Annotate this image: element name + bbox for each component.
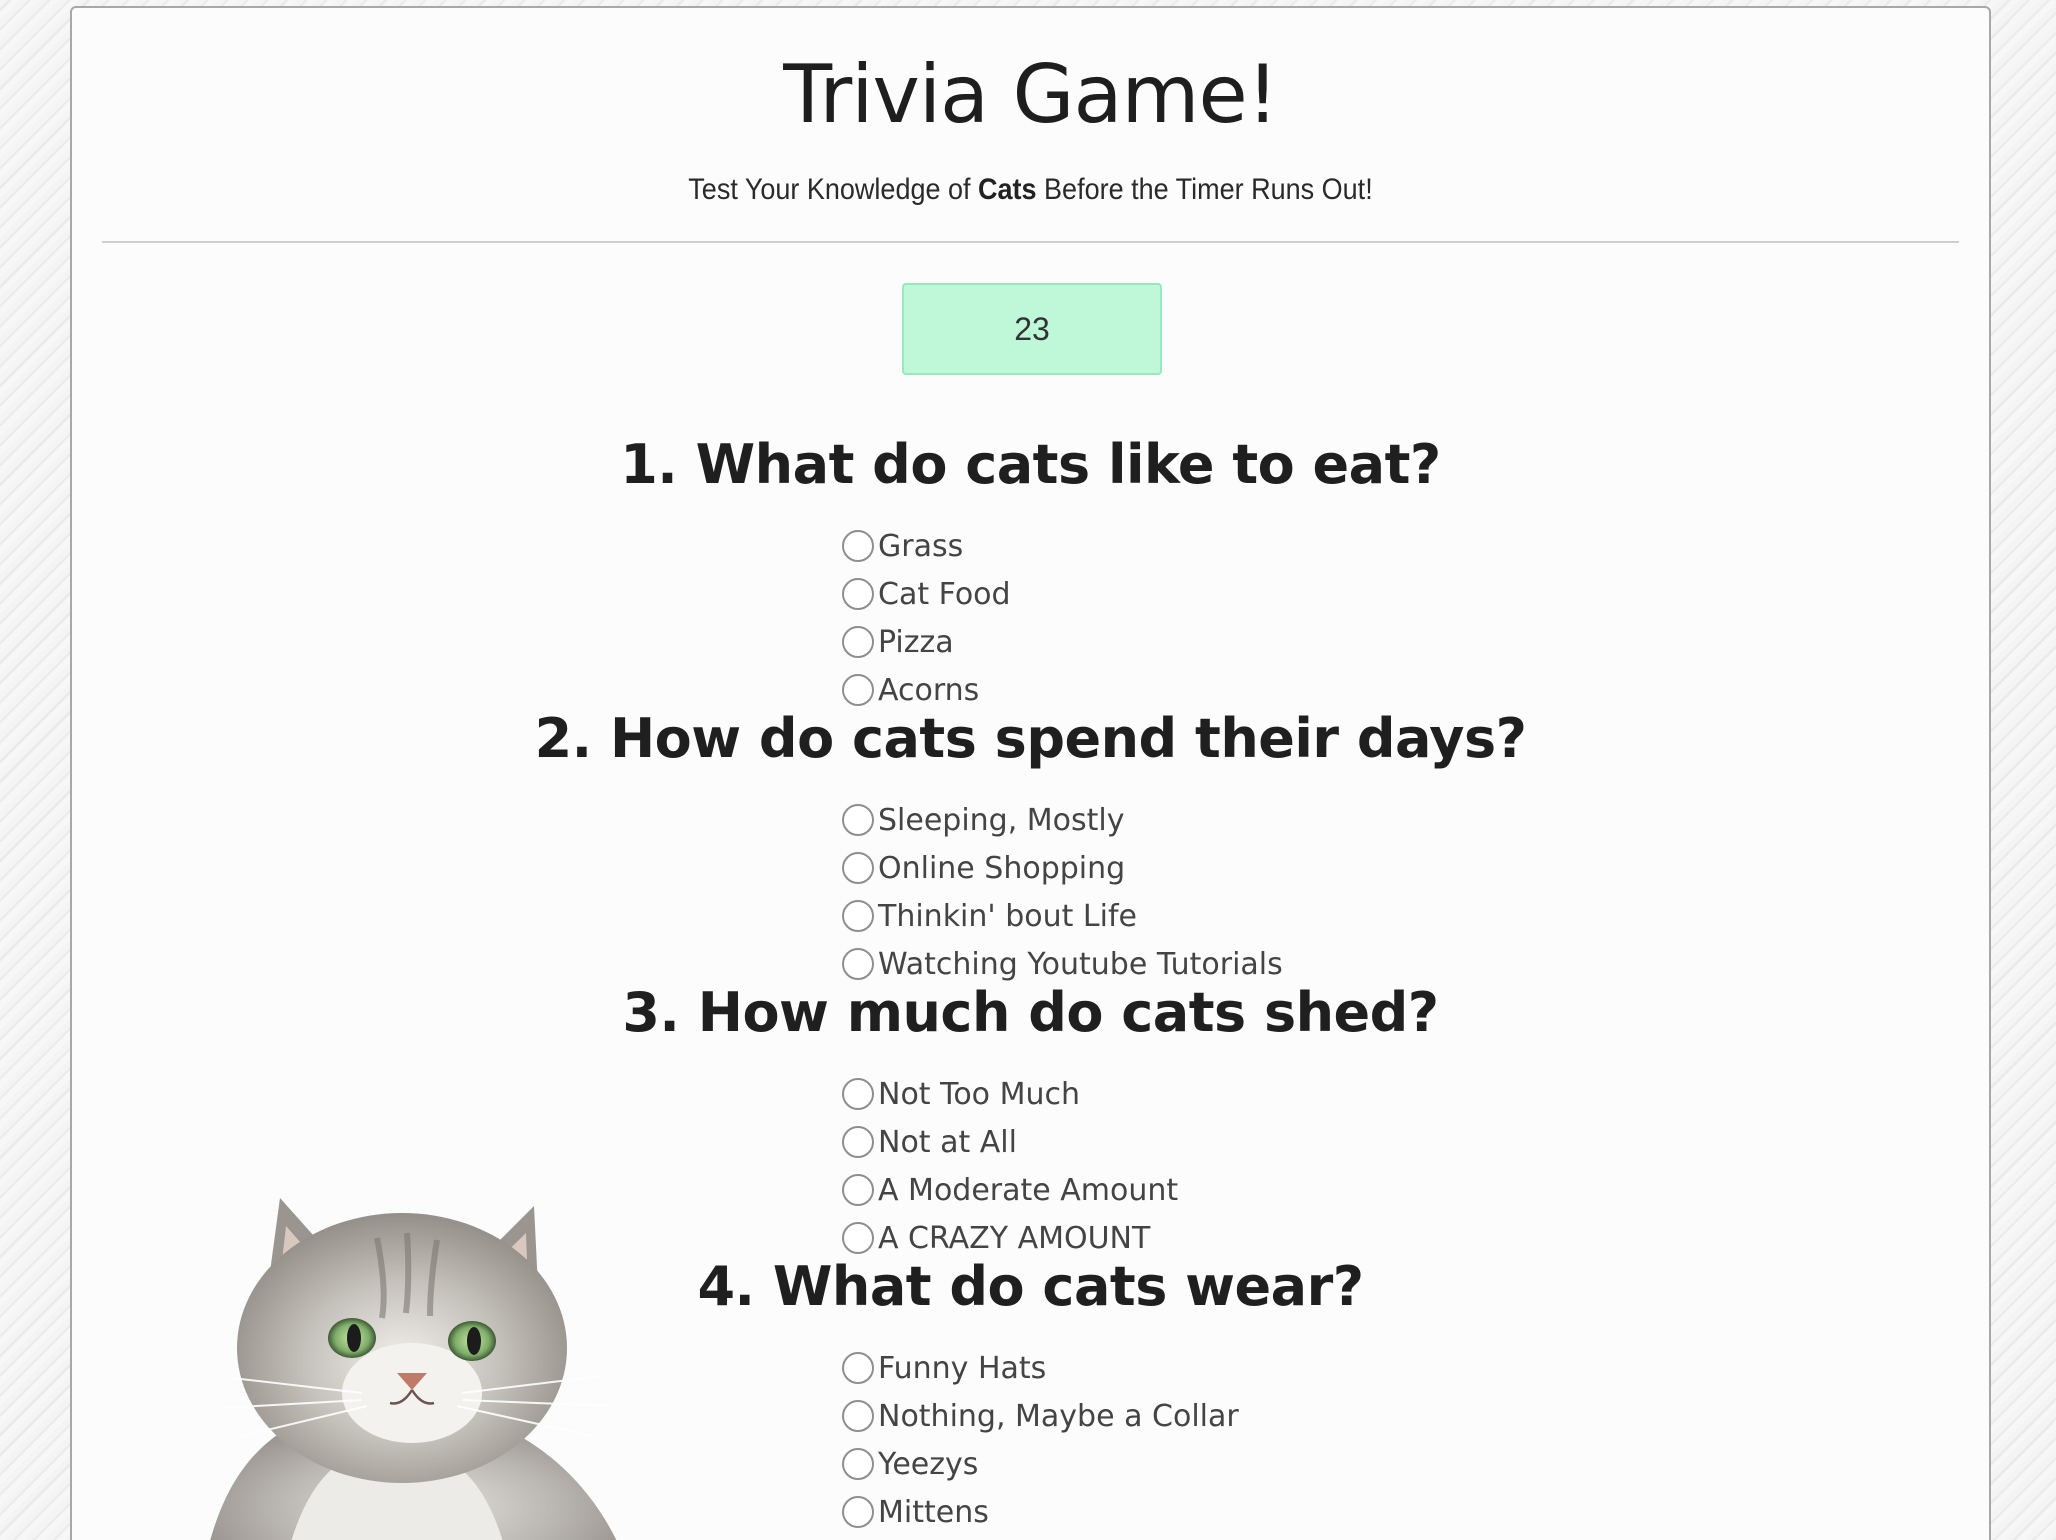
trivia-card: Trivia Game! Test Your Knowledge of Cats… xyxy=(70,6,1991,1540)
radio-button[interactable] xyxy=(842,674,874,706)
page-subtitle: Test Your Knowledge of Cats Before the T… xyxy=(168,173,1893,207)
question-3-text: 3. How much do cats shed? xyxy=(622,981,1439,1044)
radio-button[interactable] xyxy=(842,1174,874,1206)
subtitle-text-start: Test Your Knowledge of xyxy=(688,173,979,206)
countdown-timer: 23 xyxy=(902,283,1162,375)
radio-button[interactable] xyxy=(842,578,874,610)
radio-button[interactable] xyxy=(842,948,874,980)
q3-option-4[interactable]: A CRAZY AMOUNT xyxy=(842,1218,1150,1258)
q2-option-2[interactable]: Online Shopping xyxy=(842,848,1125,888)
q3-option-3[interactable]: A Moderate Amount xyxy=(842,1170,1178,1210)
q1-option-4[interactable]: Acorns xyxy=(842,670,979,710)
option-label: Funny Hats xyxy=(878,1350,1047,1386)
option-label: A CRAZY AMOUNT xyxy=(878,1220,1151,1256)
radio-button[interactable] xyxy=(842,852,874,884)
header-divider xyxy=(102,241,1959,243)
option-label: Cat Food xyxy=(878,576,1011,612)
q1-option-3[interactable]: Pizza xyxy=(842,622,954,662)
option-label: A Moderate Amount xyxy=(878,1172,1179,1208)
q4-option-2[interactable]: Nothing, Maybe a Collar xyxy=(842,1396,1239,1436)
option-label: Acorns xyxy=(878,672,980,708)
option-label: Watching Youtube Tutorials xyxy=(878,946,1283,982)
question-1-text: 1. What do cats like to eat? xyxy=(620,433,1441,496)
subtitle-text-end: Before the Timer Runs Out! xyxy=(1036,173,1373,206)
cat-image xyxy=(210,1198,617,1540)
radio-button[interactable] xyxy=(842,1448,874,1480)
radio-button[interactable] xyxy=(842,1222,874,1254)
option-label: Nothing, Maybe a Collar xyxy=(878,1398,1239,1434)
option-label: Online Shopping xyxy=(878,850,1126,886)
radio-button[interactable] xyxy=(842,530,874,562)
question-2-text: 2. How do cats spend their days? xyxy=(534,707,1527,770)
q3-option-2[interactable]: Not at All xyxy=(842,1122,1017,1162)
option-label: Not Too Much xyxy=(878,1076,1080,1112)
radio-button[interactable] xyxy=(842,1400,874,1432)
q2-option-4[interactable]: Watching Youtube Tutorials xyxy=(842,944,1283,984)
q4-option-4[interactable]: Mittens xyxy=(842,1492,989,1532)
q2-option-3[interactable]: Thinkin' bout Life xyxy=(842,896,1137,936)
option-label: Thinkin' bout Life xyxy=(878,898,1137,934)
q4-option-3[interactable]: Yeezys xyxy=(842,1444,978,1484)
q1-option-1[interactable]: Grass xyxy=(842,526,963,566)
radio-button[interactable] xyxy=(842,626,874,658)
option-label: Not at All xyxy=(878,1124,1017,1160)
q1-option-2[interactable]: Cat Food xyxy=(842,574,1011,614)
radio-button[interactable] xyxy=(842,1126,874,1158)
radio-button[interactable] xyxy=(842,900,874,932)
radio-button[interactable] xyxy=(842,1352,874,1384)
option-label: Mittens xyxy=(878,1494,989,1530)
radio-button[interactable] xyxy=(842,1496,874,1528)
subtitle-topic: Cats xyxy=(978,173,1037,206)
radio-button[interactable] xyxy=(842,1078,874,1110)
option-label: Yeezys xyxy=(878,1446,979,1482)
radio-button[interactable] xyxy=(842,804,874,836)
q2-option-1[interactable]: Sleeping, Mostly xyxy=(842,800,1125,840)
page-title: Trivia Game! xyxy=(783,48,1278,141)
option-label: Grass xyxy=(878,528,964,564)
timer-value: 23 xyxy=(1014,310,1050,347)
q3-option-1[interactable]: Not Too Much xyxy=(842,1074,1080,1114)
option-label: Pizza xyxy=(878,624,954,660)
q4-option-1[interactable]: Funny Hats xyxy=(842,1348,1046,1388)
option-label: Sleeping, Mostly xyxy=(878,802,1125,838)
